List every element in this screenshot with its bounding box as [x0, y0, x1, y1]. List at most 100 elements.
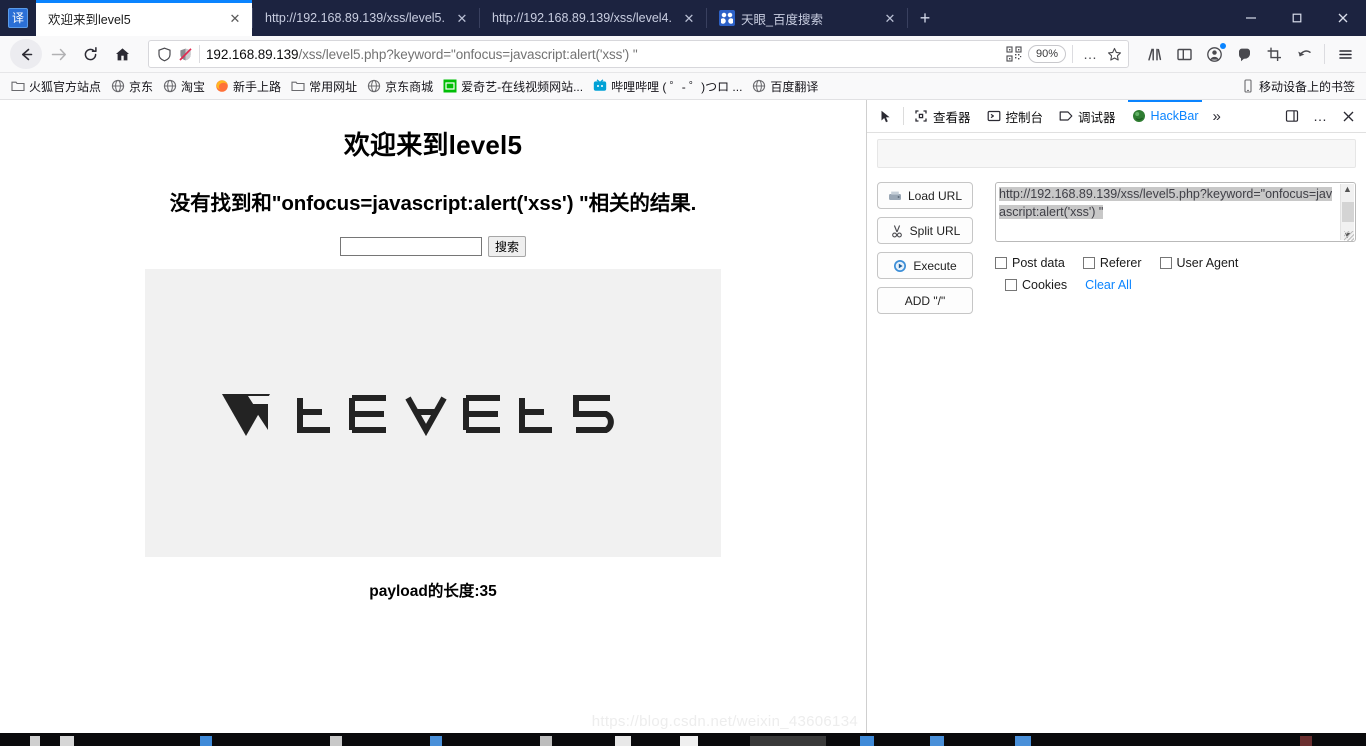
taskbar-item[interactable]: [200, 736, 212, 746]
home-button[interactable]: [106, 39, 138, 69]
checkbox-label: Cookies: [1022, 278, 1068, 292]
load-url-icon: [888, 191, 901, 200]
hackbar-url-textarea[interactable]: http://192.168.89.139/xss/level5.php?key…: [995, 182, 1356, 242]
checkbox-box[interactable]: [1082, 257, 1095, 269]
scroll-thumb[interactable]: [1341, 202, 1354, 222]
bookmark-item-4[interactable]: 常用网址: [286, 76, 362, 97]
tab-close-icon[interactable]: ✕: [881, 9, 899, 27]
devtools-panel: 查看器 控制台 调试器 HackBar » … Load URL Split U…: [866, 99, 1366, 746]
bookmark-item-1[interactable]: 京东: [106, 76, 158, 97]
dock-icon[interactable]: [1278, 100, 1306, 133]
taskbar-item[interactable]: [680, 736, 698, 746]
window-close-button[interactable]: [1320, 0, 1366, 36]
bookmark-item-mobile[interactable]: 移动设备上的书签: [1236, 76, 1360, 97]
translate-extension-icon[interactable]: 译: [0, 0, 36, 36]
bookmark-item-5[interactable]: 京东商城: [362, 76, 438, 97]
clear-all-link[interactable]: Clear All: [1085, 278, 1132, 292]
element-picker-icon[interactable]: [871, 100, 901, 133]
execute-button[interactable]: Execute: [877, 252, 973, 279]
app-menu-button[interactable]: [1330, 39, 1360, 69]
hackbar-options-row-2: Cookies Clear All: [995, 278, 1356, 292]
checkbox-box[interactable]: [1005, 279, 1017, 291]
taskbar-item[interactable]: [30, 736, 40, 746]
browser-tab-1[interactable]: 欢迎来到level5 ✕: [36, 0, 252, 36]
split-url-button[interactable]: Split URL: [877, 217, 973, 244]
bookmark-label: 火狐官方站点: [29, 79, 102, 94]
bookmark-item-3[interactable]: 新手上路: [210, 76, 286, 97]
undo-icon[interactable]: [1289, 39, 1319, 69]
account-notification-dot: [1220, 43, 1226, 49]
blocked-permission-icon[interactable]: [178, 47, 193, 62]
sidebar-icon[interactable]: [1169, 39, 1199, 69]
pocket-icon[interactable]: [1229, 39, 1259, 69]
bookmark-item-7[interactable]: 哔哩哔哩 ( ゜- ゜)つロ ...: [588, 76, 747, 97]
scroll-up-arrow[interactable]: ▲: [1343, 184, 1352, 194]
taskbar-item[interactable]: [60, 736, 74, 746]
bookmark-label: 新手上路: [233, 79, 282, 94]
add-slash-button[interactable]: ADD "/": [877, 287, 973, 314]
window-minimize-button[interactable]: [1228, 0, 1274, 36]
taskbar-item[interactable]: [1015, 736, 1031, 746]
account-icon[interactable]: [1199, 39, 1229, 69]
bookmark-item-2[interactable]: 淘宝: [158, 76, 210, 97]
devtools-close-icon[interactable]: [1334, 100, 1362, 133]
devtools-toolbar: 查看器 控制台 调试器 HackBar » …: [867, 99, 1366, 133]
page-actions-more-icon[interactable]: …: [1079, 46, 1101, 62]
taskbar-item[interactable]: [615, 736, 631, 746]
taskbar-item[interactable]: [540, 736, 552, 746]
checkbox-box[interactable]: [1159, 257, 1172, 269]
new-tab-button[interactable]: +: [908, 0, 942, 36]
devtools-tab-hackbar[interactable]: HackBar: [1124, 99, 1207, 133]
tab-close-icon[interactable]: ✕: [680, 9, 698, 27]
checkbox-box[interactable]: [995, 257, 1007, 269]
referer-checkbox[interactable]: Referer: [1082, 256, 1142, 270]
window-controls: [1228, 0, 1366, 36]
devtools-tab-inspector[interactable]: 查看器: [906, 100, 979, 133]
bookmark-star-icon[interactable]: [1107, 47, 1122, 62]
taskbar-item[interactable]: [330, 736, 342, 746]
bookmark-item-8[interactable]: 百度翻译: [747, 76, 823, 97]
user-agent-checkbox[interactable]: User Agent: [1159, 256, 1238, 270]
devtools-overflow-label: »: [1212, 107, 1221, 125]
search-result-message: 没有找到和"onfocus=javascript:alert('xss') "相…: [169, 192, 697, 215]
reload-button[interactable]: [74, 39, 106, 69]
taskbar-item[interactable]: [860, 736, 874, 746]
taskbar-active-window[interactable]: [750, 736, 826, 746]
address-bar[interactable]: 192.168.89.139/xss/level5.php?keyword="o…: [148, 40, 1129, 68]
qr-code-icon[interactable]: [1006, 46, 1022, 62]
devtools-more-icon[interactable]: …: [1306, 100, 1334, 133]
taskbar-item[interactable]: [930, 736, 944, 746]
textarea-resize-handle[interactable]: [1344, 231, 1354, 241]
watermark-text: https://blog.csdn.net/weixin_43606134: [591, 713, 858, 730]
cookies-checkbox[interactable]: Cookies: [1005, 278, 1067, 292]
window-maximize-button[interactable]: [1274, 0, 1320, 36]
zoom-level-badge[interactable]: 90%: [1027, 45, 1066, 63]
bookmark-label: 爱奇艺-在线视频网站...: [461, 79, 584, 94]
taskbar-item[interactable]: [430, 736, 442, 746]
browser-tab-3[interactable]: http://192.168.89.139/xss/level4. ✕: [480, 0, 706, 36]
search-button[interactable]: 搜索: [487, 236, 526, 257]
checkbox-label: Post data: [1012, 256, 1065, 270]
toolbar-divider: [1324, 44, 1325, 64]
screenshot-icon[interactable]: [1259, 39, 1289, 69]
bookmark-label: 京东商城: [385, 79, 434, 94]
search-input[interactable]: [339, 237, 482, 256]
devtools-tab-label: 查看器: [933, 110, 971, 125]
bookmark-item-6[interactable]: 爱奇艺-在线视频网站...: [438, 76, 588, 97]
tab-close-icon[interactable]: ✕: [226, 9, 244, 27]
devtools-tab-console[interactable]: 控制台: [979, 100, 1052, 133]
browser-tab-4[interactable]: 天眼_百度搜索 ✕: [707, 0, 907, 36]
devtools-overflow-button[interactable]: »: [1206, 100, 1226, 133]
bookmark-item-0[interactable]: 火狐官方站点: [6, 76, 106, 97]
shield-icon[interactable]: [157, 47, 172, 62]
browser-tab-2[interactable]: http://192.168.89.139/xss/level5. ✕: [253, 0, 479, 36]
taskbar-item[interactable]: [1300, 736, 1312, 746]
devtools-tab-debugger[interactable]: 调试器: [1051, 100, 1124, 133]
post-data-checkbox[interactable]: Post data: [995, 256, 1065, 270]
hackbar-icon: [1132, 110, 1145, 122]
library-icon[interactable]: [1139, 39, 1169, 69]
tab-close-icon[interactable]: ✕: [453, 9, 471, 27]
back-button[interactable]: [10, 39, 42, 69]
load-url-button[interactable]: Load URL: [877, 182, 973, 209]
forward-button[interactable]: [42, 39, 74, 69]
